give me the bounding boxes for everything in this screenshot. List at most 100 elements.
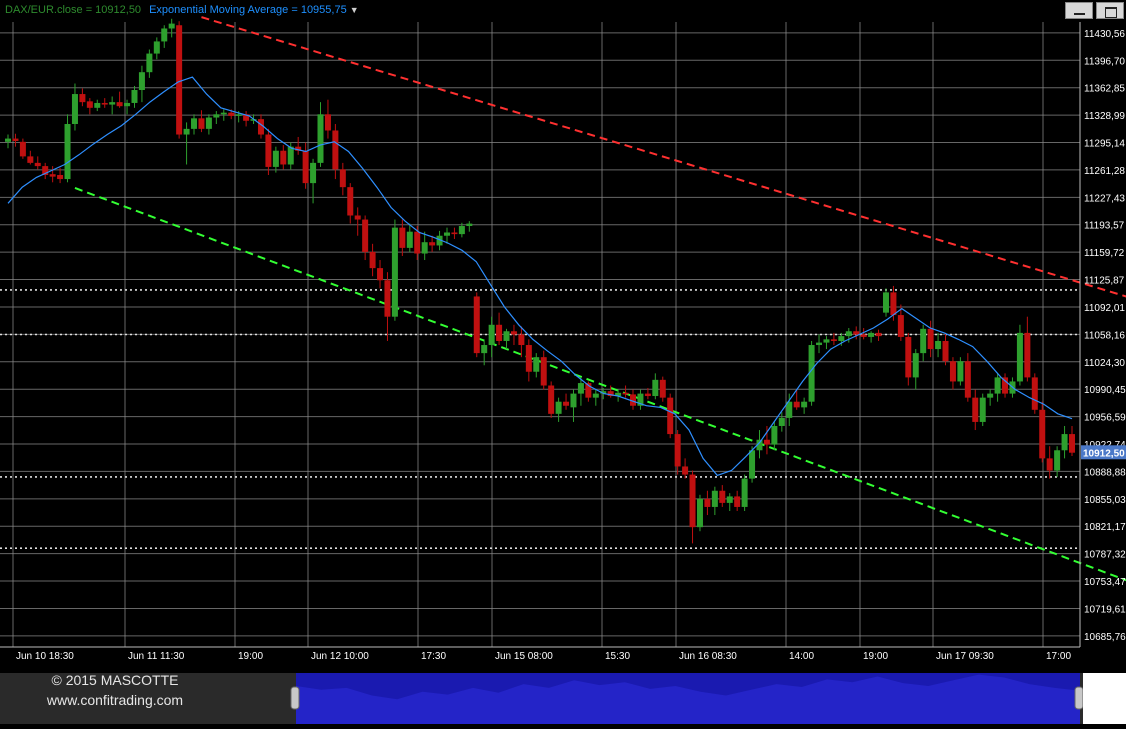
candle[interactable] <box>369 243 376 277</box>
candle[interactable] <box>778 412 785 432</box>
candle[interactable] <box>310 158 317 204</box>
candle[interactable] <box>533 353 540 378</box>
candle[interactable] <box>763 425 770 455</box>
candle[interactable] <box>607 385 614 398</box>
candle[interactable] <box>377 260 384 289</box>
candle[interactable] <box>243 111 250 127</box>
candle[interactable] <box>161 25 168 48</box>
candle[interactable] <box>332 124 339 180</box>
price-chart[interactable]: 11430,56 11396,70 11362,85 11328,99 11295,14… <box>0 0 1126 673</box>
candle[interactable] <box>659 376 666 402</box>
candle[interactable] <box>868 331 875 343</box>
candle[interactable] <box>630 389 637 410</box>
candle[interactable] <box>801 397 808 414</box>
candle[interactable] <box>964 353 971 402</box>
candle[interactable] <box>652 373 659 400</box>
candle[interactable] <box>912 349 919 390</box>
candle[interactable] <box>27 150 34 165</box>
candle[interactable] <box>116 91 123 108</box>
candle[interactable] <box>265 128 272 176</box>
candle[interactable] <box>272 146 279 173</box>
candle[interactable] <box>451 227 458 239</box>
candle[interactable] <box>920 324 927 362</box>
candle[interactable] <box>71 83 78 131</box>
candle[interactable] <box>205 114 212 135</box>
candle[interactable] <box>466 221 473 232</box>
candle[interactable] <box>362 215 369 261</box>
candle[interactable] <box>548 381 555 418</box>
candle[interactable] <box>905 332 912 386</box>
candle[interactable] <box>146 49 153 78</box>
candle[interactable] <box>1069 425 1075 456</box>
candle[interactable] <box>406 223 413 252</box>
candle[interactable] <box>339 162 346 196</box>
candle[interactable] <box>525 339 532 382</box>
candle[interactable] <box>1039 401 1046 463</box>
candle[interactable] <box>711 486 718 516</box>
navigator-left-handle[interactable] <box>290 686 300 710</box>
candle[interactable] <box>987 389 994 406</box>
candle[interactable] <box>1002 373 1009 398</box>
candle[interactable] <box>183 122 190 165</box>
candle[interactable] <box>176 21 183 139</box>
candle[interactable] <box>198 110 205 133</box>
candle[interactable] <box>882 288 889 317</box>
candle[interactable] <box>191 114 198 135</box>
candle[interactable] <box>280 145 287 170</box>
candle[interactable] <box>696 494 703 532</box>
candle[interactable] <box>488 316 495 358</box>
candle[interactable] <box>19 138 26 159</box>
candle[interactable] <box>34 156 41 170</box>
candle[interactable] <box>555 397 562 422</box>
candle[interactable] <box>213 111 220 125</box>
support-trendline[interactable] <box>74 187 1126 641</box>
candle[interactable] <box>101 98 108 108</box>
candle[interactable] <box>949 357 956 390</box>
candle[interactable] <box>168 18 175 38</box>
candle[interactable] <box>704 490 711 516</box>
candle[interactable] <box>726 493 733 511</box>
candle[interactable] <box>324 99 331 139</box>
candle[interactable] <box>1031 373 1038 414</box>
candle[interactable] <box>317 102 324 167</box>
candle[interactable] <box>979 393 986 426</box>
website-link[interactable]: www.confitrading.com <box>0 690 230 710</box>
candle[interactable] <box>109 96 116 115</box>
candle[interactable] <box>42 162 49 180</box>
candle[interactable] <box>1024 316 1031 382</box>
candle[interactable] <box>496 312 503 346</box>
candle[interactable] <box>347 183 354 224</box>
candle[interactable] <box>719 485 726 507</box>
candle[interactable] <box>295 136 302 155</box>
candle[interactable] <box>79 88 86 107</box>
ema-line[interactable] <box>7 76 1073 477</box>
candle[interactable] <box>875 329 882 341</box>
candle[interactable] <box>391 219 398 321</box>
candle[interactable] <box>734 490 741 511</box>
candle[interactable] <box>94 99 101 112</box>
candle[interactable] <box>64 114 71 183</box>
candle[interactable] <box>1061 425 1068 459</box>
candle[interactable] <box>994 373 1001 402</box>
candle[interactable] <box>503 328 510 350</box>
candle[interactable] <box>682 458 689 479</box>
candle[interactable] <box>473 292 480 358</box>
candle[interactable] <box>1046 446 1053 479</box>
candle[interactable] <box>823 336 830 350</box>
candle[interactable] <box>637 389 644 410</box>
candle[interactable] <box>1016 324 1023 386</box>
candle[interactable] <box>935 332 942 358</box>
candle[interactable] <box>421 231 428 261</box>
candle[interactable] <box>153 37 160 60</box>
navigator-right-handle[interactable] <box>1074 686 1084 710</box>
candle[interactable] <box>131 85 138 108</box>
candle[interactable] <box>957 357 964 386</box>
candle[interactable] <box>786 393 793 426</box>
candle[interactable] <box>86 98 93 115</box>
candle[interactable] <box>563 393 570 410</box>
candle[interactable] <box>540 350 547 390</box>
candle[interactable] <box>972 389 979 431</box>
candle[interactable] <box>5 134 11 149</box>
candle[interactable] <box>771 421 778 451</box>
candle[interactable] <box>138 65 145 103</box>
